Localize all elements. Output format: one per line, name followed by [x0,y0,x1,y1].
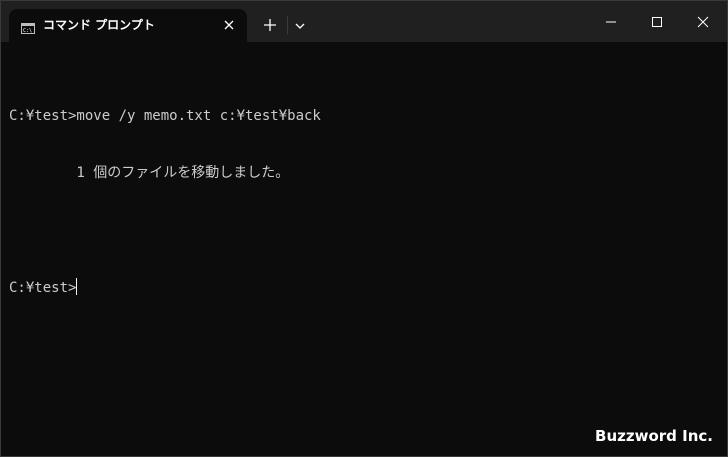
terminal-cmd-icon: C:\ [21,19,35,34]
close-tab-icon[interactable] [221,17,237,33]
new-tab-plus-icon[interactable] [260,15,280,35]
minimize-button[interactable] [588,1,634,42]
chevron-down-icon[interactable] [293,18,307,32]
output-line: 1 個のファイルを移動しました。 [9,165,290,181]
maximize-icon [652,17,662,27]
prompt-line[interactable]: C:¥test> [9,278,721,297]
prompt-text: C:¥test> [9,280,77,296]
svg-text:C:\: C:\ [23,28,32,34]
terminal-output[interactable]: C:¥test>move /y memo.txt c:¥test¥back 1 … [9,69,721,399]
minimize-icon [606,21,616,23]
tab-title: コマンド プロンプト [43,18,155,32]
close-window-button[interactable] [680,1,726,42]
tab-command-prompt[interactable]: C:\ コマンド プロンプト [9,9,247,42]
terminal-window: C:\ コマンド プロンプト C:¥test>move /y memo.txt … [0,0,728,457]
maximize-button[interactable] [634,1,680,42]
title-bar[interactable]: C:\ コマンド プロンプト [1,1,727,42]
tab-divider [287,16,288,34]
close-icon [697,16,709,28]
watermark-text: Buzzword Inc. [595,427,713,445]
text-cursor [76,278,78,295]
command-line: C:¥test>move /y memo.txt c:¥test¥back [9,108,321,124]
